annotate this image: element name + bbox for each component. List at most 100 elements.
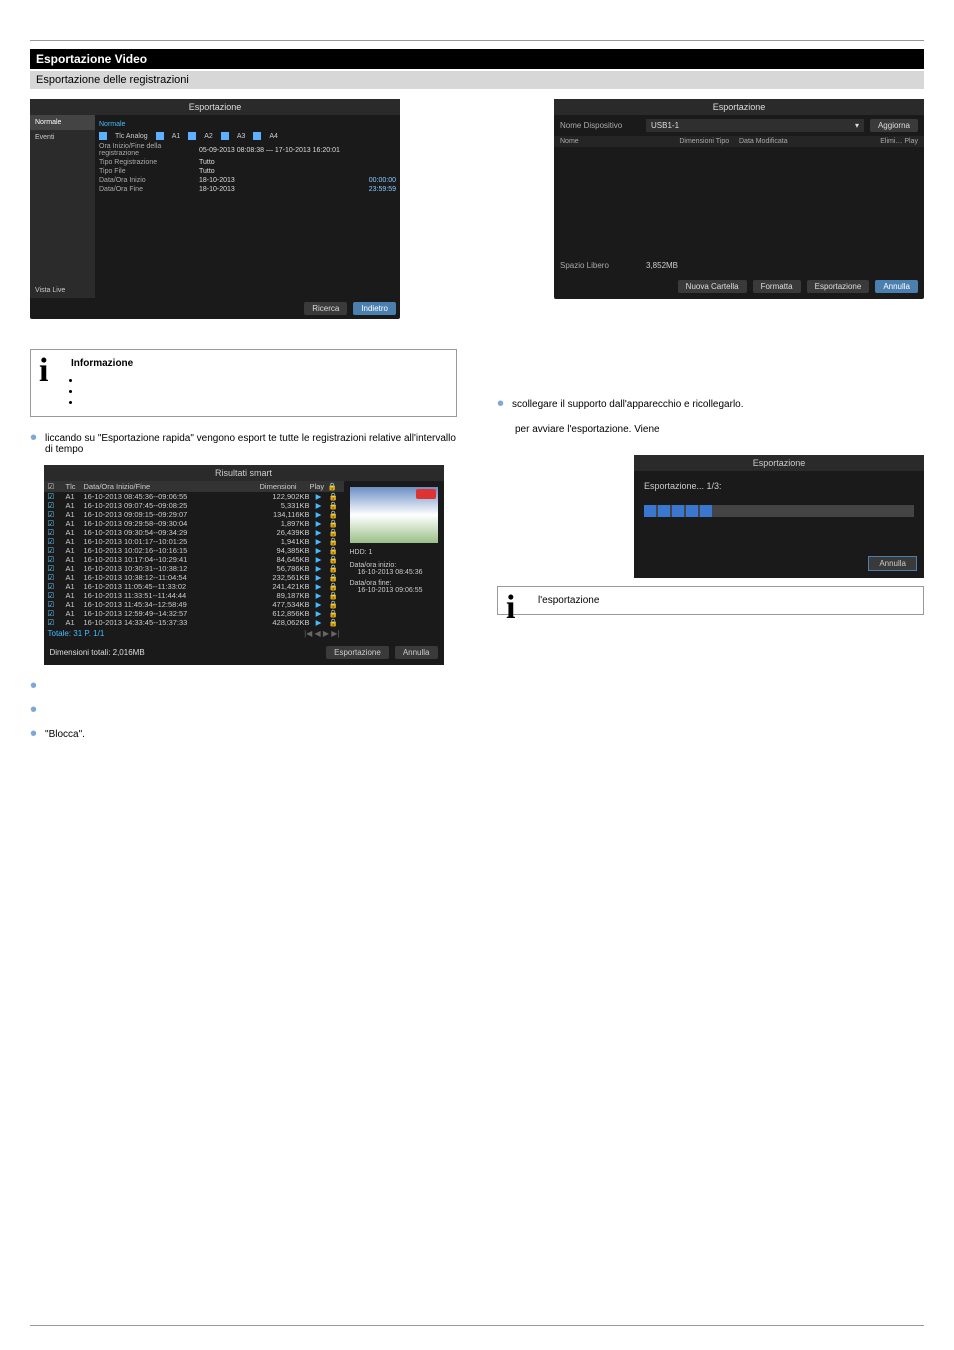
table-row[interactable]: A116-10-2013 10:02:16--10:16:1594,385KB▶… [44, 546, 344, 555]
play-icon[interactable]: ▶ [310, 546, 328, 555]
smart-cancel-button[interactable]: Annulla [395, 646, 438, 659]
table-row[interactable]: A116-10-2013 09:30:54--09:34:2926,439KB▶… [44, 528, 344, 537]
row-checkbox[interactable] [48, 546, 66, 555]
lock-icon[interactable]: 🔒 [328, 582, 340, 591]
row-size: 477,534KB [260, 600, 310, 609]
play-icon[interactable]: ▶ [310, 537, 328, 546]
lock-icon[interactable]: 🔒 [328, 609, 340, 618]
back-button[interactable]: Indietro [353, 302, 396, 315]
row-size: 5,331KB [260, 501, 310, 510]
table-row[interactable]: A116-10-2013 09:07:45--09:08:255,331KB▶🔒 [44, 501, 344, 510]
table-row[interactable]: A116-10-2013 10:17:04--10:29:4184,645KB▶… [44, 555, 344, 564]
row-channel: A1 [66, 519, 84, 528]
checkbox-a2[interactable] [188, 132, 196, 140]
row-channel: A1 [66, 600, 84, 609]
row-checkbox[interactable] [48, 492, 66, 501]
input-start-date[interactable]: 18-10-2013 [199, 177, 369, 184]
checkbox-a3[interactable] [221, 132, 229, 140]
drop-rectype[interactable]: Tutto [199, 159, 396, 166]
row-checkbox[interactable] [48, 609, 66, 618]
input-end-time[interactable]: 23:59:59 [369, 186, 396, 193]
drop-filetype[interactable]: Tutto [199, 168, 396, 175]
lock-icon[interactable]: 🔒 [328, 573, 340, 582]
lock-icon[interactable]: 🔒 [328, 528, 340, 537]
row-checkbox[interactable] [48, 510, 66, 519]
table-row[interactable]: A116-10-2013 10:38:12--11:04:54232,561KB… [44, 573, 344, 582]
play-icon[interactable]: ▶ [310, 501, 328, 510]
device-dropdown[interactable]: USB1-1▾ [646, 119, 864, 132]
table-row[interactable]: A116-10-2013 11:33:51--11:44:4489,187KB▶… [44, 591, 344, 600]
lock-icon[interactable]: 🔒 [328, 510, 340, 519]
play-icon[interactable]: ▶ [310, 492, 328, 501]
cancel-button[interactable]: Annulla [875, 280, 918, 293]
row-checkbox[interactable] [48, 555, 66, 564]
play-icon[interactable]: ▶ [310, 609, 328, 618]
table-row[interactable]: A116-10-2013 09:29:58--09:30:041,897KB▶🔒 [44, 519, 344, 528]
row-checkbox[interactable] [48, 519, 66, 528]
lock-icon[interactable]: 🔒 [328, 564, 340, 573]
row-checkbox[interactable] [48, 528, 66, 537]
play-icon[interactable]: ▶ [310, 564, 328, 573]
row-size: 94,385KB [260, 546, 310, 555]
lock-icon[interactable]: 🔒 [328, 546, 340, 555]
play-icon[interactable]: ▶ [310, 618, 328, 627]
lock-icon[interactable]: 🔒 [328, 618, 340, 627]
lock-icon[interactable]: 🔒 [328, 591, 340, 600]
prog-cancel-button[interactable]: Annulla [869, 557, 916, 570]
lock-icon[interactable]: 🔒 [328, 600, 340, 609]
play-icon[interactable]: ▶ [310, 591, 328, 600]
input-start-time[interactable]: 00:00:00 [369, 177, 396, 184]
row-checkbox[interactable] [48, 573, 66, 582]
input-end-date[interactable]: 18-10-2013 [199, 186, 369, 193]
play-icon[interactable]: ▶ [310, 519, 328, 528]
table-row[interactable]: A116-10-2013 11:05:45--11:33:02241,421KB… [44, 582, 344, 591]
table-row[interactable]: A116-10-2013 10:30:31--10:38:1256,786KB▶… [44, 564, 344, 573]
table-row[interactable]: A116-10-2013 10:01:17--10:01:251,941KB▶🔒 [44, 537, 344, 546]
sidebar-eventi[interactable]: Eventi [30, 130, 95, 145]
table-row[interactable]: A116-10-2013 12:59:49--14:32:57612,856KB… [44, 609, 344, 618]
row-checkbox[interactable] [48, 501, 66, 510]
row-channel: A1 [66, 528, 84, 537]
table-row[interactable]: A116-10-2013 09:09:15--09:29:07134,116KB… [44, 510, 344, 519]
bullet-icon: • [30, 681, 37, 691]
row-checkbox[interactable] [48, 537, 66, 546]
table-row[interactable]: A116-10-2013 11:45:34--12:58:49477,534KB… [44, 600, 344, 609]
row-checkbox[interactable] [48, 600, 66, 609]
smart-export-button[interactable]: Esportazione [326, 646, 389, 659]
info-icon: i [39, 352, 48, 390]
format-button[interactable]: Formatta [753, 280, 801, 293]
checkbox-a4[interactable] [253, 132, 261, 140]
preview-thumbnail [350, 487, 438, 543]
start-val: 16-10-2013 08:45:36 [350, 569, 438, 576]
info1-b1 [81, 375, 446, 386]
lock-icon[interactable]: 🔒 [328, 501, 340, 510]
table-row[interactable]: A116-10-2013 14:33:45--15:37:33428,062KB… [44, 618, 344, 627]
pager-icons[interactable]: |◀ ◀ ▶ ▶| [304, 629, 339, 638]
play-icon[interactable]: ▶ [310, 555, 328, 564]
table-row[interactable]: A116-10-2013 08:45:36--09:06:55122,902KB… [44, 492, 344, 501]
new-folder-button[interactable]: Nuova Cartella [678, 280, 747, 293]
export-button[interactable]: Esportazione [807, 280, 870, 293]
row-checkbox[interactable] [48, 582, 66, 591]
lock-icon[interactable]: 🔒 [328, 537, 340, 546]
checkbox-a1[interactable] [156, 132, 164, 140]
checkbox-tlc[interactable] [99, 132, 107, 140]
search-button[interactable]: Ricerca [304, 302, 347, 315]
row-datetime: 16-10-2013 09:09:15--09:29:07 [84, 510, 260, 519]
sidebar-vistalive[interactable]: Vista Live [30, 283, 95, 298]
play-icon[interactable]: ▶ [310, 528, 328, 537]
refresh-button[interactable]: Aggiorna [870, 119, 918, 132]
sub-tab-normale[interactable]: Normale [99, 119, 396, 130]
lock-icon[interactable]: 🔒 [328, 519, 340, 528]
lock-icon[interactable]: 🔒 [328, 492, 340, 501]
sidebar-normale[interactable]: Normale [30, 115, 95, 130]
lock-icon[interactable]: 🔒 [328, 555, 340, 564]
play-icon[interactable]: ▶ [310, 600, 328, 609]
play-icon[interactable]: ▶ [310, 582, 328, 591]
play-icon[interactable]: ▶ [310, 510, 328, 519]
row-checkbox[interactable] [48, 564, 66, 573]
row-checkbox[interactable] [48, 618, 66, 627]
row-datetime: 16-10-2013 10:17:04--10:29:41 [84, 555, 260, 564]
row-checkbox[interactable] [48, 591, 66, 600]
play-icon[interactable]: ▶ [310, 573, 328, 582]
